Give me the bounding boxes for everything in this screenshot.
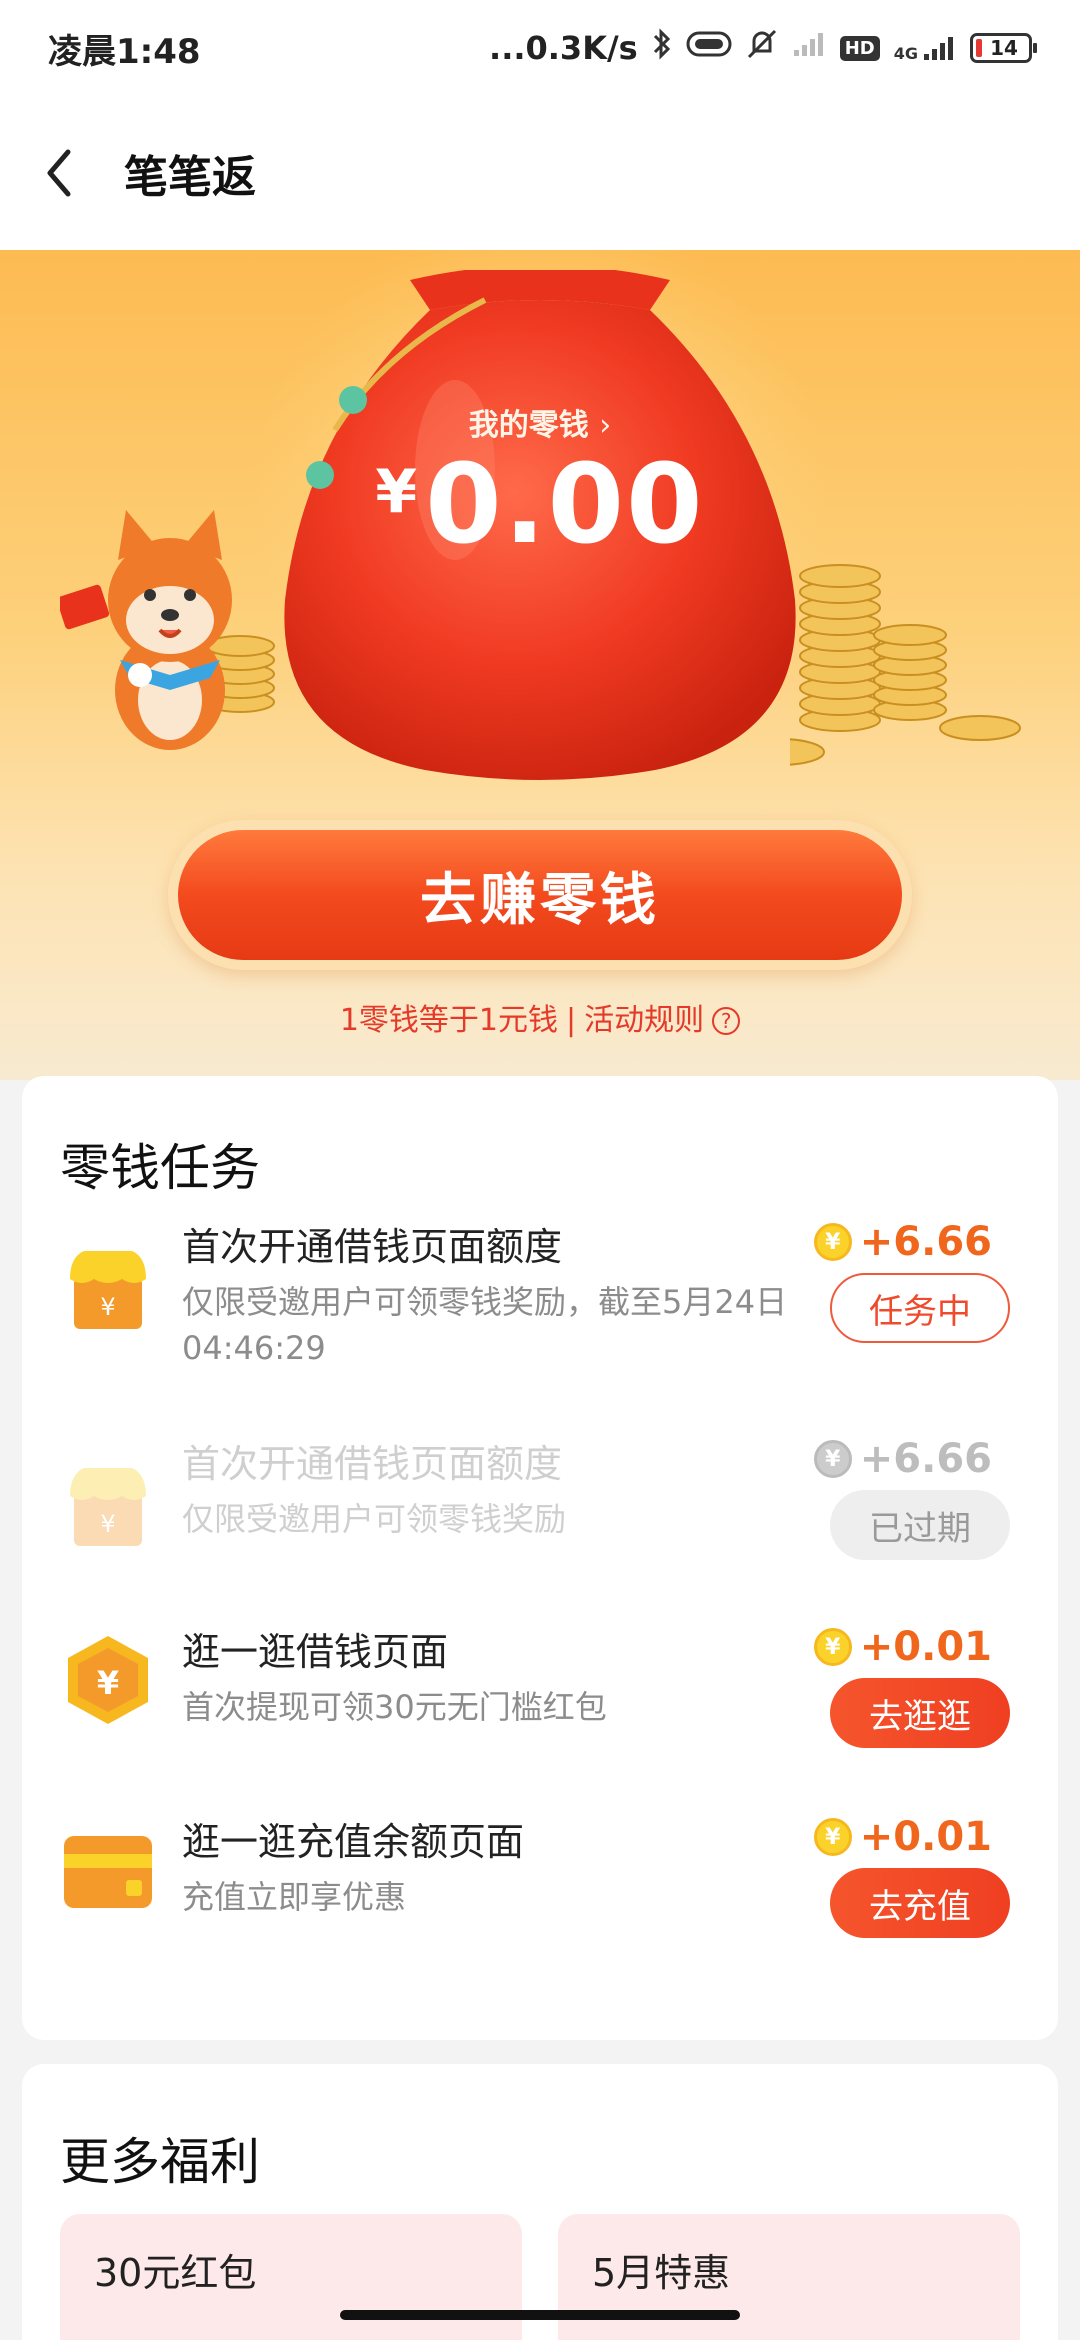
task-title: 逛一逛借钱页面 [182,1630,449,1674]
exchange-note: 1零钱等于1元钱 [339,1003,559,1038]
network-type-label: 4G [893,44,918,63]
task-text: 逛一逛借钱页面 首次提现可领30元无门槛红包 [182,1626,842,1730]
task-reward-value: +6.66 [859,1219,992,1265]
go-recharge-button[interactable]: 去充值 [830,1868,1010,1938]
task-expired-button: 已过期 [830,1490,1010,1560]
wallet-label: 我的零钱 [468,408,589,443]
status-bar: 凌晨1:48 ...0.3K/s HD 4G 14 [0,0,1080,96]
task-reward: ¥ +6.66 [792,1436,992,1482]
task-in-progress-button[interactable]: 任务中 [830,1273,1010,1343]
task-reward: ¥ +6.66 [792,1219,992,1265]
task-row: ¥ 首次开通借钱页面额度 仅限受邀用户可领零钱奖励 ¥ +6.66 已过期 [22,1436,1058,1598]
coin-icon: ¥ [813,1818,852,1856]
tasks-card: 零钱任务 ¥ 首次开通借钱页面额度 仅限受邀用户可领零钱奖励，截至5月24日04… [22,1076,1058,2040]
task-title: 首次开通借钱页面额度 [182,1442,563,1486]
task-description: 仅限受邀用户可领零钱奖励 [182,1500,567,1538]
currency-symbol: ¥ [375,457,420,527]
more-benefits-card: 更多福利 30元红包 5月特惠 [22,2064,1058,2340]
hero-banner: 我的零钱 › ¥0.00 去赚零钱 1零钱等于1元钱 | 活动规则 ? [0,250,1080,1080]
coin-icon: ¥ [813,1628,852,1666]
back-arrow-icon[interactable] [44,143,84,203]
task-text: 首次开通借钱页面额度 仅限受邀用户可领零钱奖励，截至5月24日04:46:29 [182,1221,842,1371]
task-row: ¥ 首次开通借钱页面额度 仅限受邀用户可领零钱奖励，截至5月24日04:46:2… [22,1219,1058,1381]
svg-text:¥: ¥ [97,1664,119,1702]
task-description: 首次提现可领30元无门槛红包 [182,1688,607,1726]
nav-bar: 笔笔返 [0,96,1080,250]
page-title: 笔笔返 [124,152,256,203]
wallet-label-link[interactable]: 我的零钱 › [0,400,1080,444]
task-description: 仅限受邀用户可领零钱奖励，截至5月24日04:46:29 [182,1283,788,1367]
mute-bell-icon [746,27,778,69]
task-text: 逛一逛充值余额页面 充值立即享优惠 [182,1816,842,1920]
status-time: 凌晨1:48 [48,31,201,72]
benefit-may-special[interactable]: 5月特惠 [558,2214,1020,2340]
task-row: 逛一逛充值余额页面 充值立即享优惠 ¥ +0.01 去充值 [22,1814,1058,1976]
task-reward: ¥ +0.01 [792,1624,992,1670]
coin-icon: ¥ [813,1440,852,1478]
benefit-label: 5月特惠 [592,2251,731,2295]
network-speed: ...0.3K/s [489,29,638,67]
coin-icon: ¥ [813,1223,852,1261]
task-reward-value: +0.01 [859,1814,992,1860]
earn-change-button[interactable]: 去赚零钱 [178,830,902,960]
wallet-amount: 0.00 [425,440,705,568]
status-icons: ...0.3K/s HD 4G 14 [489,27,1037,69]
task-reward-value: +6.66 [859,1436,992,1482]
signal-weak-icon [792,30,826,66]
svg-text:¥: ¥ [100,1510,115,1538]
benefit-label: 30元红包 [94,2251,257,2295]
question-circle-icon[interactable]: ? [712,1007,741,1035]
shop-icon: ¥ [70,1251,146,1329]
chevron-right-icon: › [599,408,612,443]
home-indicator[interactable] [340,2310,740,2320]
hd-icon: HD [839,35,880,61]
task-text: 首次开通借钱页面额度 仅限受邀用户可领零钱奖励 [182,1438,842,1542]
rule-line: 1零钱等于1元钱 | 活动规则? [0,995,1080,1039]
hexagon-yuan-icon: ¥ [68,1636,148,1724]
earn-button-frame: 去赚零钱 [168,820,912,970]
battery-icon: 14 [970,33,1037,63]
task-row: ¥ 逛一逛借钱页面 首次提现可领30元无门槛红包 ¥ +0.01 去逛逛 [22,1624,1058,1786]
rule-separator: | [566,1003,577,1038]
shop-icon: ¥ [70,1468,146,1546]
benefit-red-packet[interactable]: 30元红包 [60,2214,522,2340]
go-browse-button[interactable]: 去逛逛 [830,1678,1010,1748]
task-title: 首次开通借钱页面额度 [182,1225,563,1269]
battery-level: 14 [990,36,1018,60]
coin-stack-right-icon [790,564,1021,766]
activity-rules-link[interactable]: 活动规则 [584,1003,704,1038]
task-description: 充值立即享优惠 [182,1878,407,1916]
task-reward-value: +0.01 [859,1624,992,1670]
tasks-title: 零钱任务 [60,1139,260,1197]
more-benefits-title: 更多福利 [60,2133,260,2191]
vibrate-icon [686,30,732,66]
svg-text:¥: ¥ [100,1293,115,1321]
shiba-mascot-illustration [60,510,232,750]
task-reward: ¥ +0.01 [792,1814,992,1860]
task-title: 逛一逛充值余额页面 [182,1820,525,1864]
card-icon [64,1836,152,1908]
signal-4g-icon: 4G [894,34,956,62]
bluetooth-icon [652,27,672,69]
